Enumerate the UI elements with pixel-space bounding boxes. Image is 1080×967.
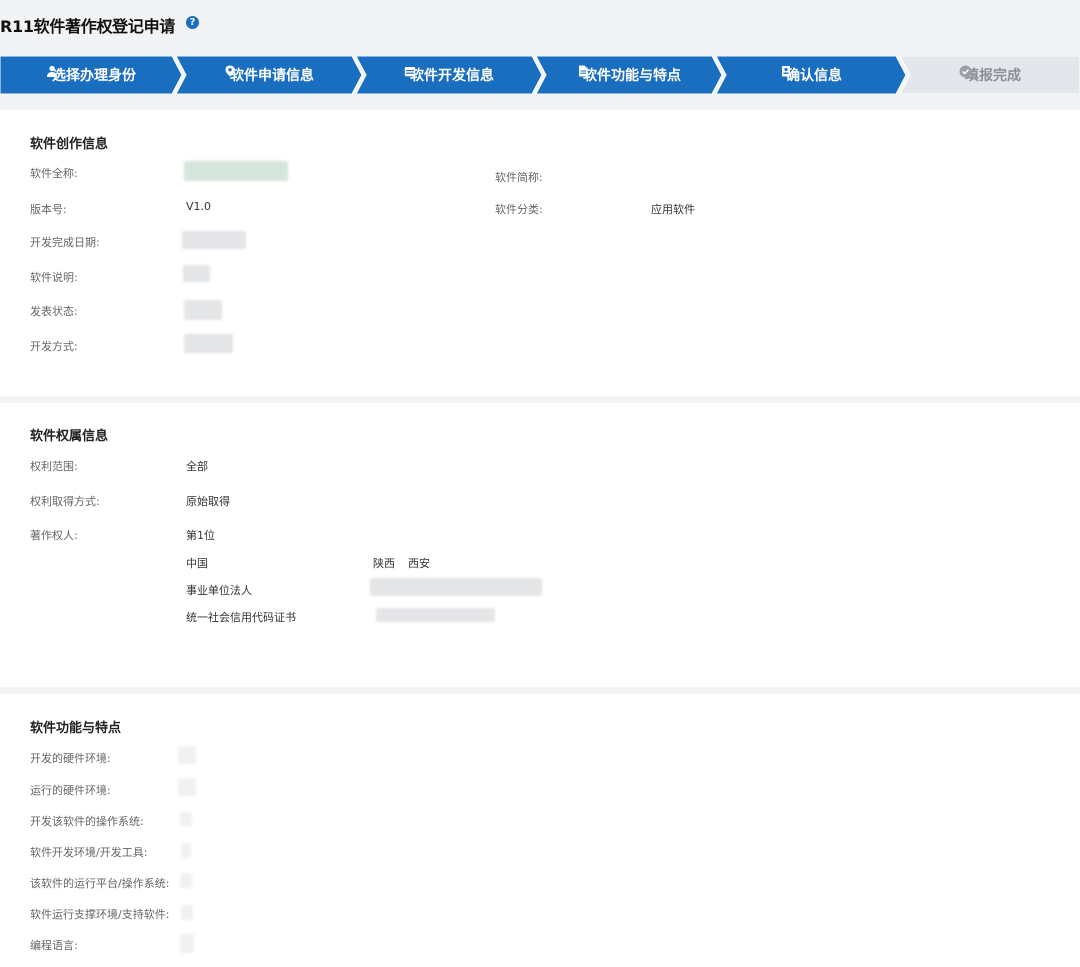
description-value-redacted: [183, 265, 210, 282]
run-hardware-label: 运行的硬件环境:: [30, 784, 111, 797]
short-name-label: 软件简称:: [495, 171, 543, 184]
page-title: R11软件著作权登记申请: [0, 17, 175, 36]
version-label: 版本号:: [30, 203, 67, 216]
step-label: 选择办理身份: [52, 68, 136, 84]
software-features-section: 软件功能与特点 开发的硬件环境: 运行的硬件环境: 开发该软件的操作系统: 软件…: [0, 694, 1080, 967]
run-platform-label: 该软件的运行平台/操作系统:: [30, 877, 170, 890]
programming-language-label: 编程语言:: [30, 939, 78, 952]
step-label: 填报完成: [965, 68, 1021, 84]
dev-date-value-redacted: [182, 231, 246, 249]
run-hardware-value-redacted: [178, 778, 196, 796]
step-label: 确认信息: [786, 68, 842, 84]
dev-date-label: 开发完成日期:: [30, 236, 100, 249]
progress-stepper: 选择办理身份 软件申请信息 软件开发信息 软件功能与特点 确认信息 填报完成: [0, 56, 1080, 94]
holder-cert-type: 统一社会信用代码证书: [186, 611, 296, 624]
description-label: 软件说明:: [30, 271, 78, 284]
copyright-holder-label: 著作权人:: [30, 529, 78, 542]
full-name-label: 软件全称:: [30, 167, 78, 180]
holder-cert-number-redacted: [376, 608, 495, 622]
holder-province: 陕西: [373, 557, 395, 570]
dev-method-value-redacted: [184, 334, 233, 353]
question-circle-icon[interactable]: ?: [186, 16, 199, 29]
dev-tools-value-redacted: [181, 843, 191, 858]
category-label: 软件分类:: [495, 203, 543, 216]
step-select-identity[interactable]: 选择办理身份: [0, 56, 182, 94]
support-env-label: 软件运行支撑环境/支持软件:: [30, 908, 170, 921]
step-application-info[interactable]: 软件申请信息: [176, 56, 362, 94]
section-title: 软件创作信息: [30, 137, 109, 152]
full-name-value-redacted: [184, 161, 288, 181]
step-development-info[interactable]: 软件开发信息: [356, 56, 542, 94]
step-label: 软件功能与特点: [583, 68, 681, 84]
rights-scope-label: 权利范围:: [30, 460, 78, 473]
section-title: 软件功能与特点: [30, 721, 122, 736]
step-label: 软件申请信息: [230, 68, 314, 84]
holder-entity-type: 事业单位法人: [186, 584, 252, 597]
software-creation-section: 软件创作信息 软件全称: 软件简称: 版本号: V1.0 软件分类: 应用软件 …: [0, 110, 1080, 396]
holder-city: 西安: [408, 557, 430, 570]
rights-scope-value: 全部: [186, 460, 208, 473]
dev-method-label: 开发方式:: [30, 340, 78, 353]
run-platform-value-redacted: [180, 873, 192, 888]
section-title: 软件权属信息: [30, 429, 109, 444]
dev-hardware-label: 开发的硬件环境:: [30, 752, 111, 765]
step-confirm-info[interactable]: 确认信息: [716, 56, 906, 94]
holder-name-redacted: [370, 578, 542, 596]
rights-acquire-value: 原始取得: [186, 495, 230, 508]
publish-status-value-redacted: [184, 300, 222, 320]
holder-index: 第1位: [186, 529, 215, 542]
page-header: R11软件著作权登记申请 ?: [0, 0, 1080, 50]
software-ownership-section: 软件权属信息 权利范围: 全部 权利取得方式: 原始取得 著作权人: 第1位 中…: [0, 403, 1080, 687]
publish-status-label: 发表状态:: [30, 305, 78, 318]
dev-os-label: 开发该软件的操作系统:: [30, 815, 144, 828]
category-value: 应用软件: [651, 203, 695, 216]
step-features[interactable]: 软件功能与特点: [536, 56, 722, 94]
dev-hardware-value-redacted: [178, 746, 196, 764]
step-completed[interactable]: 填报完成: [900, 56, 1080, 94]
version-value: V1.0: [186, 200, 212, 213]
step-label: 软件开发信息: [410, 68, 494, 84]
support-env-value-redacted: [181, 905, 193, 920]
holder-country: 中国: [186, 557, 208, 570]
rights-acquire-label: 权利取得方式:: [30, 495, 100, 508]
dev-os-value-redacted: [180, 812, 192, 826]
programming-language-value-redacted: [180, 934, 194, 953]
dev-tools-label: 软件开发环境/开发工具:: [30, 846, 148, 859]
